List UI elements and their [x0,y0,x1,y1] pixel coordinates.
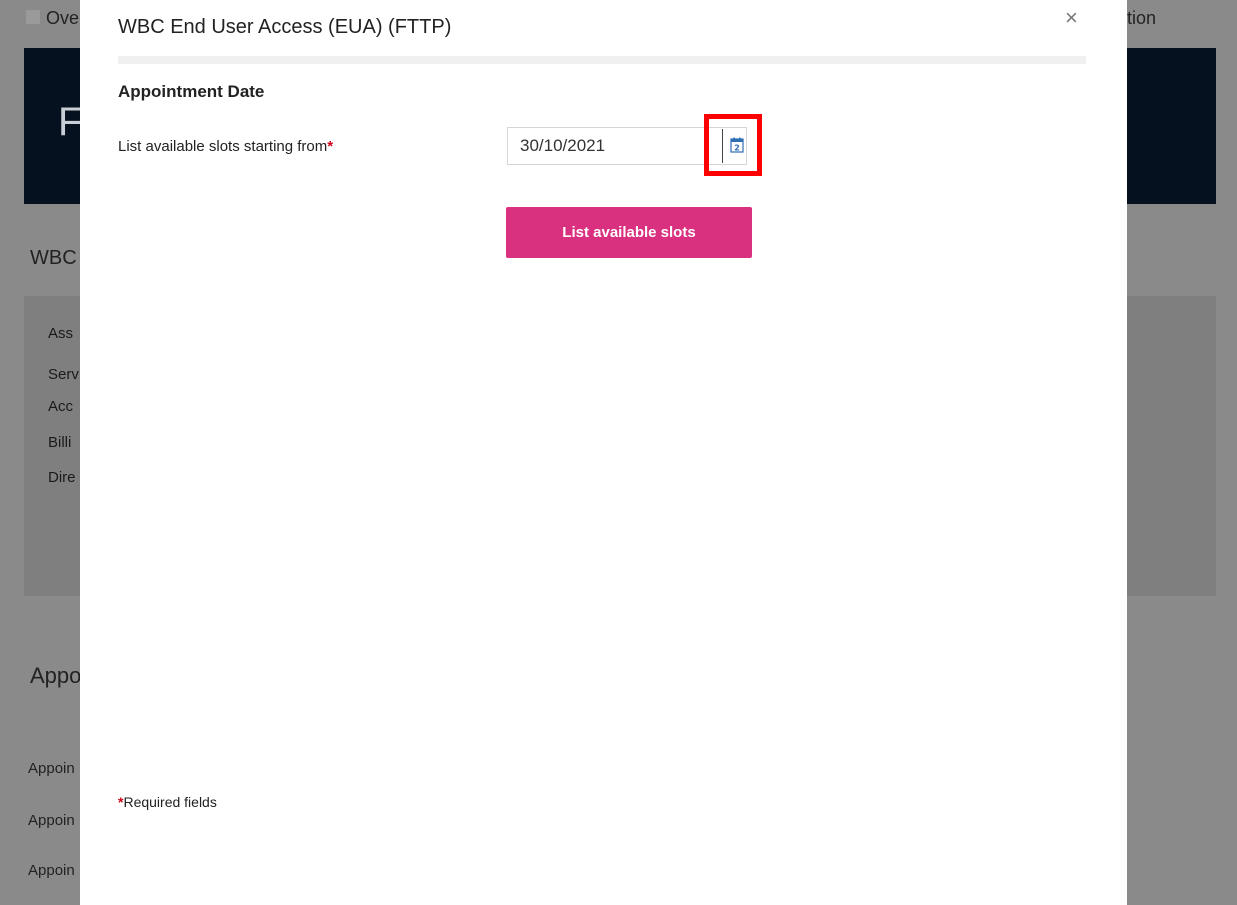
close-button[interactable]: × [1065,5,1078,31]
background-panel-item: Ass [48,325,74,342]
background-panel-item: Billi [48,434,72,451]
background-hero-text: F [58,100,83,144]
background-panel-item: Dire [48,469,76,486]
background-panel-item: Serv [48,366,79,383]
background-appointments-title: Appoi [30,663,87,688]
title-divider [118,56,1086,64]
background-checkbox [26,10,40,24]
background-nav-item: Ove [46,8,80,28]
background-panel-item: Acc [48,398,74,415]
required-fields-text: Required fields [123,794,217,810]
highlight-annotation [704,114,762,176]
section-heading: Appointment Date [118,82,265,101]
background-appointment-item: Appoin [28,760,75,777]
appointment-modal: WBC End User Access (EUA) (FTTP) × Appoi… [80,0,1127,905]
start-date-label-text: List available slots starting from [118,138,328,155]
background-nav-item: tion [1127,8,1157,28]
background-section-title: WBC [30,247,77,269]
list-available-slots-button[interactable]: List available slots [506,207,752,258]
modal-title: WBC End User Access (EUA) (FTTP) [118,16,452,38]
background-appointment-item: Appoin [28,862,75,879]
background-appointment-item: Appoin [28,812,75,829]
start-date-label: List available slots starting from* [118,138,333,155]
required-marker: * [327,138,334,155]
required-fields-note: *Required fields [118,794,217,810]
